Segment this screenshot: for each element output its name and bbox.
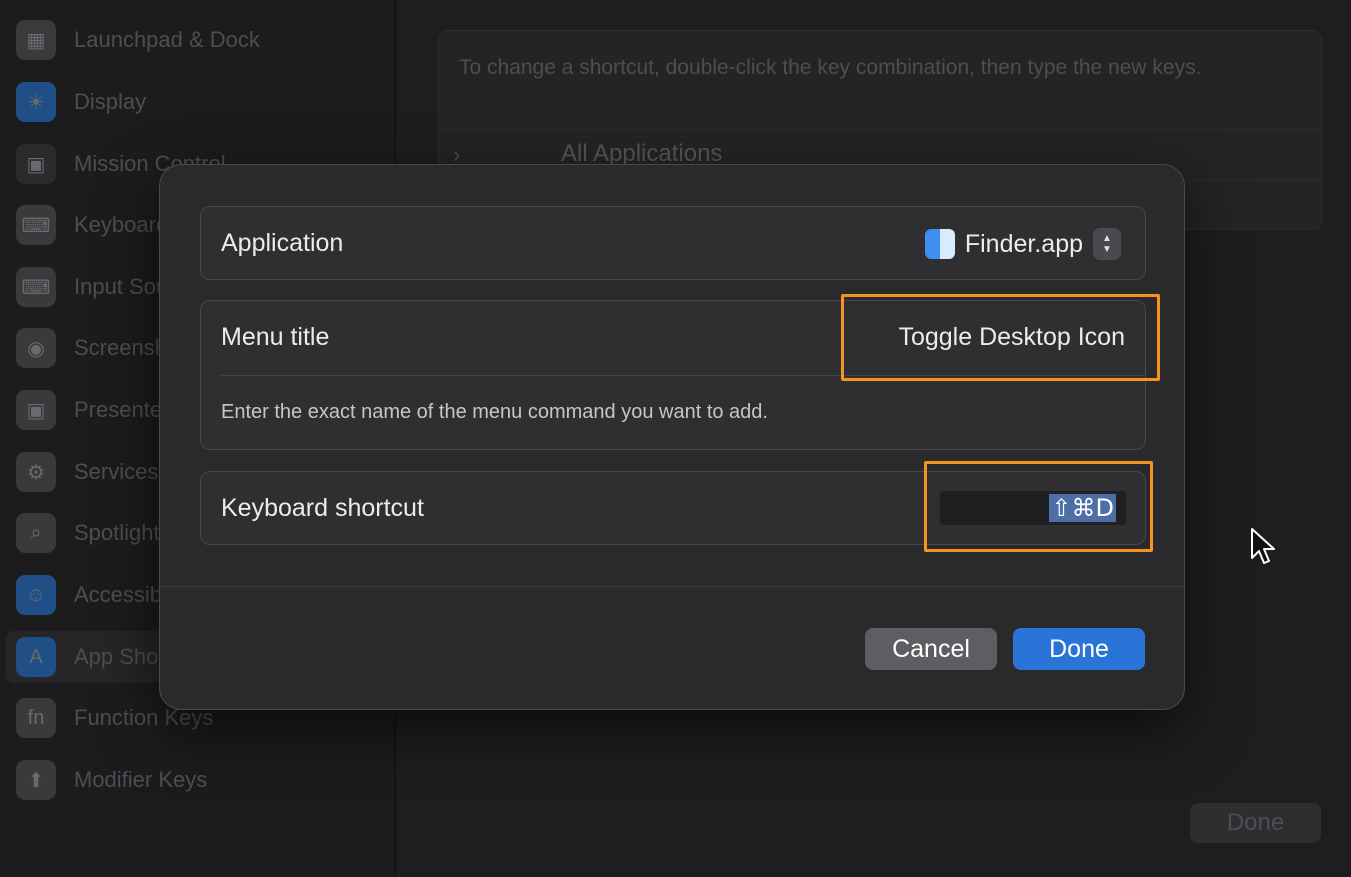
services-gear-icon: ⚙ bbox=[16, 452, 56, 492]
finder-icon bbox=[924, 229, 955, 259]
spotlight-search-icon: ⌕ bbox=[16, 513, 56, 553]
sidebar-item-display[interactable]: ☀ Display bbox=[6, 76, 392, 128]
accessibility-icon: ☺ bbox=[16, 575, 56, 615]
sidebar-item-launchpad-dock[interactable]: ▦ Launchpad & Dock bbox=[6, 14, 392, 66]
modifier-up-arrow-icon: ⬆ bbox=[16, 760, 56, 800]
cancel-button[interactable]: Cancel bbox=[865, 628, 997, 670]
menu-title-label: Menu title bbox=[221, 323, 330, 351]
display-icon: ☀ bbox=[16, 82, 56, 122]
keyboard-shortcut-field[interactable]: ⇧⌘D bbox=[940, 491, 1126, 525]
sidebar-item-label: Keyboard bbox=[74, 212, 169, 237]
keyboard-shortcut-value: ⇧⌘D bbox=[1049, 494, 1116, 522]
app-store-icon: A bbox=[16, 637, 56, 677]
keyboard-shortcut-label: Keyboard shortcut bbox=[221, 494, 424, 522]
sheet-divider bbox=[160, 586, 1184, 587]
sidebar-item-label: Spotlight bbox=[74, 520, 160, 545]
sidebar-item-label: Services bbox=[74, 459, 159, 484]
sidebar-item-label: Launchpad & Dock bbox=[74, 27, 260, 52]
input-sources-icon: ⌨ bbox=[16, 267, 56, 307]
sidebar-item-label: Display bbox=[74, 89, 147, 114]
background-done-button[interactable]: Done bbox=[1190, 803, 1321, 843]
menu-title-divider bbox=[221, 375, 1145, 376]
menu-title-row: Menu title Toggle Desktop Icon Enter the… bbox=[200, 300, 1146, 450]
keyboard-shortcut-row: Keyboard shortcut ⇧⌘D bbox=[200, 471, 1146, 545]
application-popup-button[interactable]: Finder.app ▲ ▼ bbox=[924, 227, 1121, 261]
menu-title-input[interactable]: Toggle Desktop Icon bbox=[898, 323, 1125, 352]
application-row: Application Finder.app ▲ ▼ bbox=[200, 206, 1146, 280]
sidebar-item-label: Modifier Keys bbox=[74, 767, 208, 792]
application-value: Finder.app bbox=[964, 229, 1083, 258]
keyboard-icon: ⌨ bbox=[16, 205, 56, 245]
mission-control-icon: ▣ bbox=[16, 144, 56, 184]
add-shortcut-sheet: Application Finder.app ▲ ▼ Menu title Tog… bbox=[159, 164, 1185, 710]
presenter-icon: ▣ bbox=[16, 390, 56, 430]
screenshot-icon: ◉ bbox=[16, 328, 56, 368]
mouse-pointer-icon bbox=[1251, 528, 1275, 564]
up-down-chevron-icon: ▲ ▼ bbox=[1093, 228, 1121, 260]
application-label: Application bbox=[221, 229, 344, 257]
sidebar-item-modifier-keys[interactable]: ⬆ Modifier Keys bbox=[6, 754, 392, 806]
fn-key-icon: fn bbox=[16, 698, 56, 738]
shortcuts-info-text: To change a shortcut, double-click the k… bbox=[459, 56, 1202, 79]
done-button[interactable]: Done bbox=[1013, 628, 1145, 670]
launchpad-icon: ▦ bbox=[16, 20, 56, 60]
menu-title-hint: Enter the exact name of the menu command… bbox=[221, 401, 768, 423]
